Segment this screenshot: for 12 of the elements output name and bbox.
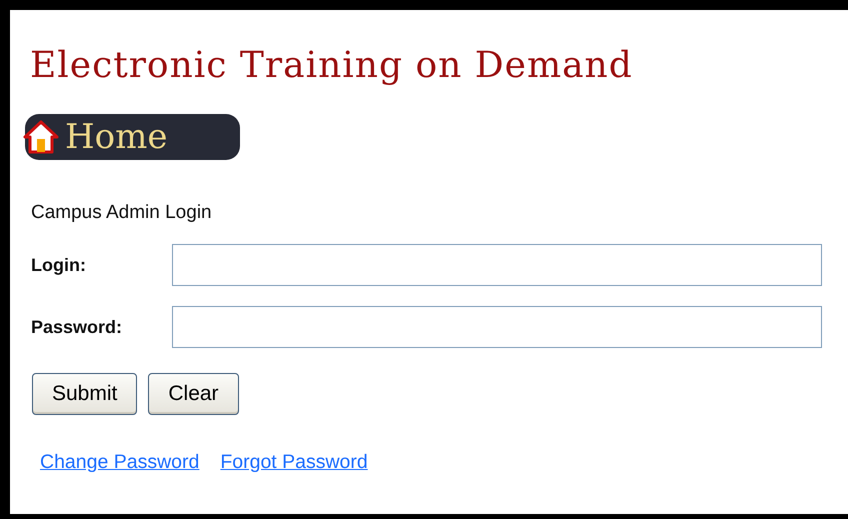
field-label: Password:	[31, 316, 124, 338]
submit-button[interactable]: Submit	[32, 373, 138, 415]
login-heading: Campus Admin Login	[31, 202, 212, 224]
house-icon	[23, 119, 59, 155]
password-field[interactable]	[172, 306, 822, 348]
password-link[interactable]: Change Password	[40, 451, 200, 474]
password-link[interactable]: Forgot Password	[220, 451, 368, 474]
field-label: Login:	[31, 254, 87, 276]
site-title: Electronic Training on Demand	[30, 45, 633, 86]
home-button[interactable]: Home	[25, 114, 240, 160]
clear-button[interactable]: Clear	[148, 373, 239, 415]
login-field[interactable]	[172, 244, 822, 286]
